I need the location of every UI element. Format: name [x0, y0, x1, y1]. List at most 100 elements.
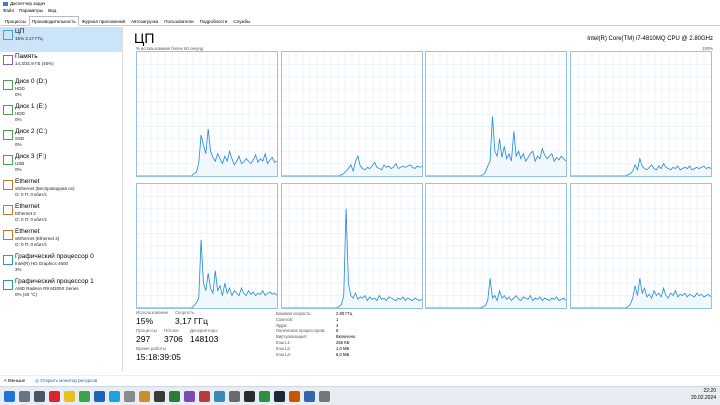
- tab-performance[interactable]: Производительность: [29, 16, 79, 26]
- sidebar-item[interactable]: Ethernet vEthernet (Беспроводная се) О: 0 …: [0, 177, 122, 202]
- mail-icon[interactable]: [94, 390, 105, 402]
- app-icon-13[interactable]: [199, 390, 210, 402]
- less-button[interactable]: ˄ Меньше: [4, 376, 25, 384]
- sidebar-item[interactable]: Ethernet vEthernet (Ethernet 2) О: 0 П: 0 …: [0, 227, 122, 252]
- sidebar-item-title: ЦП: [15, 28, 25, 35]
- app-icon-20[interactable]: [304, 390, 315, 402]
- app-icon-14[interactable]: [214, 390, 225, 402]
- sidebar-item[interactable]: Графический процессор 1 AMD Radeon R9 M20…: [0, 277, 122, 302]
- cpu-core-graph: [136, 51, 278, 177]
- app-icon-19[interactable]: [289, 390, 300, 402]
- cpu-core-graphs: [136, 51, 712, 324]
- cpu-model: Intel(R) Core(TM) i7-4810MQ CPU @ 2.80GH…: [587, 36, 713, 42]
- sidebar-item-title: Ethernet: [15, 228, 40, 235]
- window-title: Диспетчер задач: [10, 1, 46, 6]
- tab-app-history[interactable]: Журнал приложений: [79, 16, 128, 26]
- menu-bar: Файл Параметры Вид: [0, 7, 720, 15]
- sidebar-item[interactable]: Диск 2 (C:) SSD 0%: [0, 127, 122, 152]
- system-clock[interactable]: 22:20 20.02.2024: [691, 388, 716, 402]
- sidebar-thumbnail-graph: [3, 230, 13, 240]
- sidebar: ЦП 15% 3,17 ГГц Память 14,3/31,9 ГБ (45%) Ди…: [0, 27, 123, 372]
- task-view-icon[interactable]: [34, 390, 45, 402]
- sidebar-item[interactable]: Графический процессор 0 Intel(R) HD Graph…: [0, 252, 122, 277]
- sidebar-item-value: 0% (40 °C): [15, 291, 38, 297]
- stat-uptime: Время работы 15:18:39:05: [136, 346, 181, 362]
- cpu-core-graph: [569, 183, 712, 309]
- usage-graph: [426, 52, 566, 176]
- sidebar-item-title: Ethernet: [15, 178, 40, 185]
- menu-file[interactable]: Файл: [3, 7, 14, 15]
- app-icon-16[interactable]: [244, 390, 255, 402]
- usage-graph: [137, 52, 277, 176]
- menu-view[interactable]: Вид: [48, 7, 56, 15]
- sidebar-item-value: О: 0 П: 0 кбит/с: [15, 241, 47, 247]
- cpu-core-graph: [425, 51, 567, 177]
- sidebar-item[interactable]: Диск 3 (F:) USB 0%: [0, 152, 122, 177]
- tab-details[interactable]: Подробности: [197, 16, 231, 26]
- sidebar-item-value: О: 0 П: 0 кбит/с: [15, 216, 47, 222]
- detail-row: Кэш L3: 6,0 МБ: [276, 352, 355, 358]
- sidebar-thumbnail-graph: [3, 280, 13, 290]
- sidebar-item[interactable]: Диск 1 (E:) HDD 0%: [0, 102, 122, 127]
- tab-strip: Процессы Производительность Журнал прило…: [0, 16, 720, 26]
- usage-graph: [137, 184, 277, 308]
- sidebar-thumbnail-graph: [3, 80, 13, 90]
- sidebar-item-value: 0%: [15, 91, 22, 97]
- app-icon-8[interactable]: [124, 390, 135, 402]
- sidebar-item-detail: 14,3/31,9 ГБ (45%): [15, 61, 54, 66]
- sidebar-item[interactable]: ЦП 15% 3,17 ГГц: [0, 27, 122, 52]
- menu-options[interactable]: Параметры: [19, 7, 43, 15]
- open-resource-monitor-link[interactable]: ◎ Открыть монитор ресурсов: [35, 376, 97, 384]
- taskbar: 22:20 20.02.2024: [0, 386, 720, 405]
- sidebar-item[interactable]: Ethernet Ethernet 2 О: 0 П: 0 кбит/с: [0, 202, 122, 227]
- usage-graph: [281, 52, 422, 176]
- clock-date: 20.02.2024: [690, 395, 716, 401]
- sidebar-item-value: 0%: [15, 166, 22, 172]
- steam-icon[interactable]: [274, 390, 285, 402]
- sidebar-thumbnail-graph: [3, 205, 13, 215]
- sidebar-item-title: Диск 1 (E:): [15, 103, 47, 110]
- app-icon-15[interactable]: [229, 390, 240, 402]
- tab-startup[interactable]: Автозагрузка: [128, 16, 161, 26]
- sidebar-item-title: Память: [15, 53, 38, 60]
- sidebar-item-title: Графический процессор 1: [15, 278, 94, 285]
- app-icon-21[interactable]: [319, 390, 330, 402]
- stat-speed: Скорость 3,17 ГГц: [175, 310, 208, 326]
- detail-value: 6,0 МБ: [336, 351, 350, 357]
- task-manager-icon[interactable]: [259, 390, 270, 402]
- app-icon-12[interactable]: [184, 390, 195, 402]
- cpu-core-graph: [136, 183, 278, 309]
- tab-users[interactable]: Пользователи: [161, 16, 196, 26]
- stat-handles: Дескрипторы 148103: [190, 328, 219, 344]
- sidebar-item-title: Графический процессор 0: [15, 253, 94, 260]
- sidebar-thumbnail-graph: [3, 105, 13, 115]
- app-icon-11[interactable]: [169, 390, 180, 402]
- sidebar-thumbnail-graph: [3, 180, 13, 190]
- start-icon[interactable]: [4, 390, 15, 402]
- sidebar-item[interactable]: Диск 0 (D:) HDD 0%: [0, 77, 122, 102]
- search-icon[interactable]: [19, 390, 30, 402]
- cpu-panel: ЦП Intel(R) Core(TM) i7-4810MQ CPU @ 2.8…: [131, 27, 716, 372]
- tab-services[interactable]: Службы: [230, 16, 253, 26]
- cpu-core-graph: [569, 51, 712, 177]
- sidebar-item[interactable]: Память 14,3/31,9 ГБ (45%): [0, 52, 122, 77]
- chrome-icon[interactable]: [79, 390, 90, 402]
- task-manager-icon: [3, 1, 8, 6]
- cpu-details: Базовая скорость: 2,80 ГГц Сокетов: 1 Ядра: 4…: [276, 311, 355, 357]
- app-icon-10[interactable]: [154, 390, 165, 402]
- sidebar-item-title: Ethernet: [15, 203, 40, 210]
- sidebar-item-detail: 15% 3,17 ГГц: [15, 36, 43, 41]
- app-icon-9[interactable]: [139, 390, 150, 402]
- usage-graph: [426, 184, 566, 308]
- usage-graph: [570, 52, 711, 176]
- detail-value: 2,80 ГГц: [336, 311, 353, 316]
- skype-icon[interactable]: [109, 390, 120, 402]
- tab-processes[interactable]: Процессы: [2, 16, 29, 26]
- cpu-core-graph: [280, 183, 423, 309]
- opera-icon[interactable]: [49, 390, 60, 402]
- clock-time: 22:20: [703, 388, 716, 394]
- page-title: ЦП: [134, 30, 155, 46]
- sidebar-item-title: Диск 3 (F:): [15, 153, 47, 160]
- stat-threads: Потоки 3706: [164, 328, 183, 344]
- yandex-icon[interactable]: [64, 390, 75, 402]
